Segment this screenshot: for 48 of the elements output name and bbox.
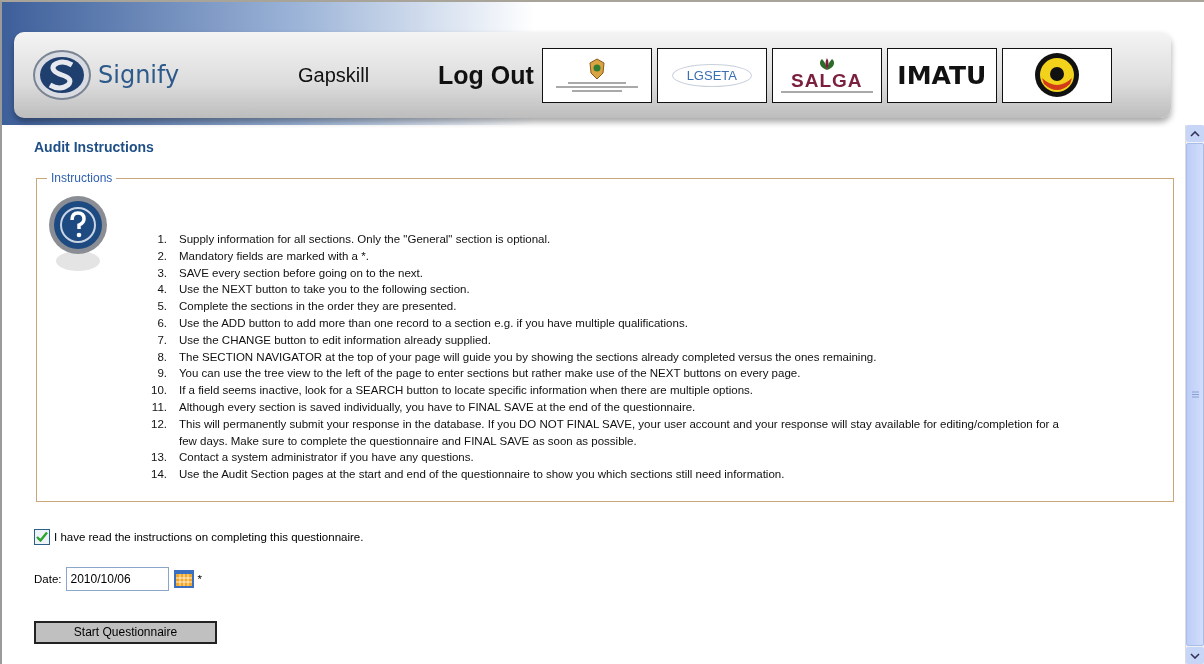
list-number: 12.: [150, 416, 168, 432]
instruction-text: Use the Audit Section pages at the start and end of the questionnaire to show you which sections still need information.: [179, 467, 785, 483]
salga-logo-text: SALGA: [791, 72, 863, 90]
scroll-up-icon[interactable]: [1190, 130, 1200, 137]
list-number: 14.: [150, 467, 168, 483]
calendar-icon[interactable]: [172, 568, 195, 589]
required-mark: *: [197, 572, 202, 585]
instruction-text: This will permanently submit your response in the database. If you DO NOT FINAL SAVE, your user account and your response will stay available for editing/completion for a few days. Make sure to complete the questionnaire and FINAL SAVE as soon as possible.: [179, 416, 1060, 449]
page-title: Audit Instructions: [34, 139, 155, 155]
list-number: 7.: [156, 332, 168, 348]
imatu-logo-text: IMATU: [897, 60, 987, 90]
app-name: Gapskill: [298, 63, 371, 87]
instruction-text: You can use the tree view to the left of the page to enter sections but rather make use of the NEXT buttons on every page.: [179, 366, 801, 382]
instruction-text: If a field seems inactive, look for a SEARCH button to locate specific information when there are multiple options.: [179, 383, 753, 399]
list-number: 8.: [156, 349, 168, 365]
logout-link[interactable]: Log Out: [438, 60, 534, 90]
agree-checkbox[interactable]: [34, 528, 50, 545]
date-label: Date:: [34, 572, 62, 585]
list-number: 9.: [156, 366, 168, 382]
panel-legend: Instructions: [47, 171, 117, 185]
instruction-text: Use the CHANGE button to edit information already supplied.: [179, 332, 491, 348]
instruction-text: The SECTION NAVIGATOR at the top of your page will guide you by showing the sections already completed versus the ones remaining.: [179, 349, 877, 365]
instruction-text: Supply information for all sections. Only the "General" section is optional.: [179, 232, 551, 247]
instruction-text: Complete the sections in the order they are presented.: [179, 299, 457, 315]
list-number: 10.: [150, 383, 168, 399]
list-number: 11.: [150, 399, 168, 415]
instruction-text: Mandatory fields are marked with a *.: [179, 248, 369, 264]
instruction-text: Use the NEXT button to take you to the following section.: [179, 282, 470, 298]
instruction-text: SAVE every section before going on to the next.: [179, 265, 423, 281]
scroll-grip-icon[interactable]: [1191, 391, 1199, 398]
instruction-text: Contact a system administrator if you have any questions.: [179, 450, 474, 466]
logo-icon: [32, 47, 92, 103]
checkbox-label: I have read the instructions on completing this questionnaire.: [54, 530, 364, 543]
instruction-text: Use the ADD button to add more than one record to a section e.g. if you have multiple qualifications.: [179, 316, 688, 331]
start-questionnaire-button[interactable]: Start Questionnaire: [34, 620, 217, 644]
instruction-text: Although every section is saved individually, you have to FINAL SAVE at the end of the questionnaire.: [179, 399, 696, 415]
list-number: 3.: [156, 265, 168, 281]
scroll-down-icon[interactable]: [1190, 652, 1200, 659]
date-field[interactable]: 2010/10/06: [65, 566, 169, 591]
list-number: 13.: [150, 450, 168, 466]
seal-logo-icon: [1033, 52, 1080, 98]
list-number: 6.: [156, 316, 168, 331]
list-number: 2.: [156, 248, 168, 264]
scrollbar[interactable]: [1185, 125, 1204, 664]
list-number: 4.: [156, 282, 168, 298]
brand-name: Signify: [98, 61, 181, 89]
list-number: 1.: [156, 232, 168, 247]
list-number: 5.: [156, 299, 168, 315]
